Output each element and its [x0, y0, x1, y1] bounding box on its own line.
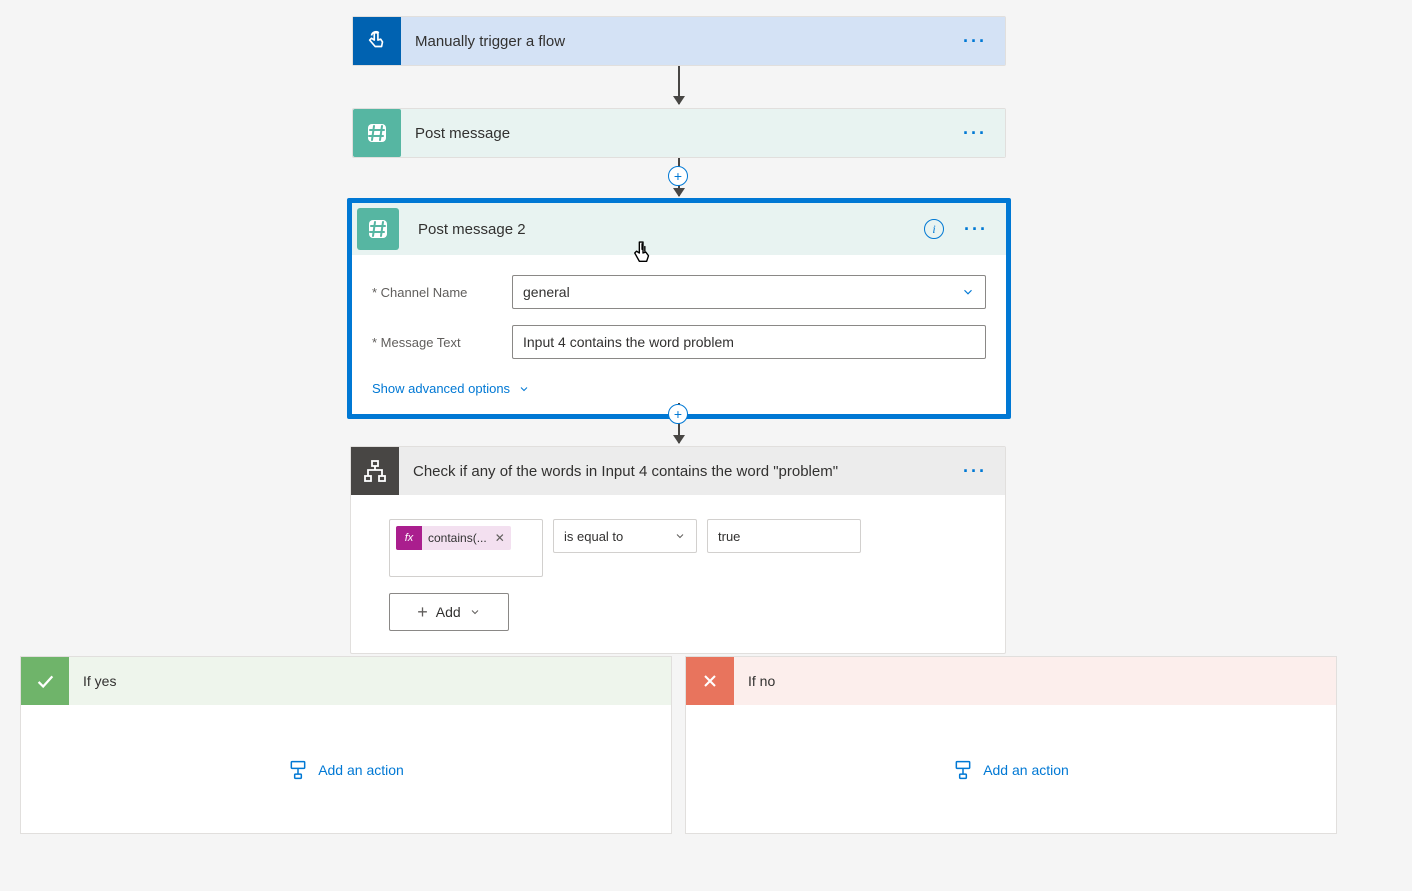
- condition-value-input[interactable]: true: [707, 519, 861, 553]
- chevron-down-icon: [469, 606, 481, 618]
- post-message-2-card[interactable]: Post message 2 i ··· Channel Name genera…: [347, 198, 1011, 419]
- close-icon: [686, 657, 734, 705]
- condition-card[interactable]: Check if any of the words in Input 4 con…: [350, 446, 1006, 654]
- info-icon[interactable]: i: [924, 219, 944, 239]
- message-text-input[interactable]: Input 4 contains the word problem: [512, 325, 986, 359]
- if-no-branch: If no Add an action: [685, 656, 1337, 834]
- expression-token[interactable]: fx contains(... ✕: [396, 526, 511, 550]
- chevron-down-icon: [961, 285, 975, 299]
- channel-name-value: general: [523, 284, 570, 300]
- slack-hash-icon: [357, 208, 399, 250]
- trigger-menu-button[interactable]: ···: [957, 31, 993, 52]
- message-text-value: Input 4 contains the word problem: [523, 334, 734, 350]
- add-action-icon: [288, 760, 308, 780]
- message-text-label: Message Text: [372, 335, 512, 350]
- condition-operator-select[interactable]: is equal to: [553, 519, 697, 553]
- post-message-title: Post message: [401, 125, 957, 142]
- condition-left-operand[interactable]: fx contains(... ✕: [389, 519, 543, 577]
- add-condition-button[interactable]: + Add: [389, 593, 509, 631]
- if-no-label: If no: [734, 673, 775, 689]
- fx-icon: fx: [396, 526, 422, 550]
- trigger-card[interactable]: Manually trigger a flow ···: [352, 16, 1006, 66]
- condition-branch-icon: [351, 447, 399, 495]
- chevron-down-icon: [518, 383, 530, 395]
- connector-arrow: [678, 66, 680, 104]
- show-advanced-options-link[interactable]: Show advanced options: [372, 381, 530, 396]
- insert-step-button[interactable]: +: [668, 166, 688, 186]
- manual-trigger-icon: [353, 17, 401, 65]
- add-action-button[interactable]: Add an action: [953, 760, 1069, 780]
- check-icon: [21, 657, 69, 705]
- post-message-2-title: Post message 2: [404, 221, 924, 238]
- channel-name-select[interactable]: general: [512, 275, 986, 309]
- insert-step-button[interactable]: +: [668, 404, 688, 424]
- condition-menu-button[interactable]: ···: [957, 461, 993, 482]
- slack-hash-icon: [353, 109, 401, 157]
- remove-token-button[interactable]: ✕: [493, 531, 511, 545]
- add-action-icon: [953, 760, 973, 780]
- channel-name-label: Channel Name: [372, 285, 512, 300]
- condition-title: Check if any of the words in Input 4 con…: [399, 463, 957, 480]
- trigger-title: Manually trigger a flow: [401, 33, 957, 50]
- post-message-2-menu-button[interactable]: ···: [958, 219, 994, 240]
- post-message-card[interactable]: Post message ···: [352, 108, 1006, 158]
- add-action-button[interactable]: Add an action: [288, 760, 404, 780]
- plus-icon: +: [417, 602, 428, 623]
- post-message-menu-button[interactable]: ···: [957, 123, 993, 144]
- if-yes-branch: If yes Add an action: [20, 656, 672, 834]
- chevron-down-icon: [674, 530, 686, 542]
- if-yes-label: If yes: [69, 673, 116, 689]
